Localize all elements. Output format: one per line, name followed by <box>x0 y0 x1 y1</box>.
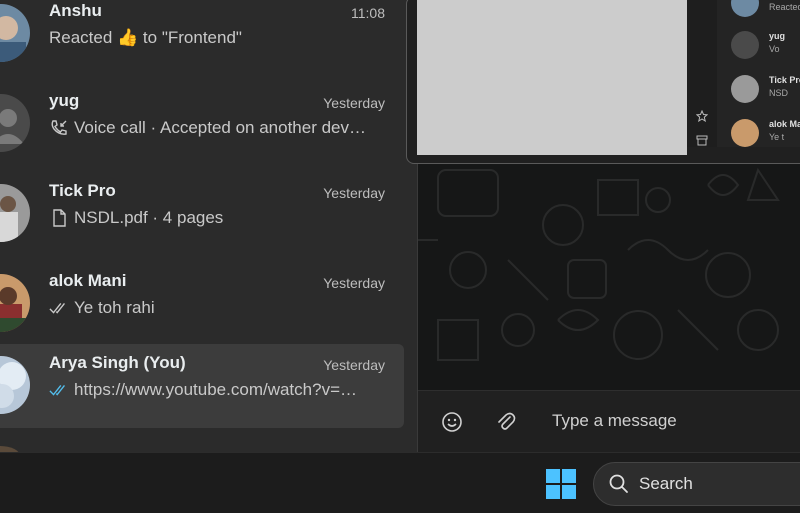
archive-icon <box>696 133 708 151</box>
thumbnail-content <box>417 0 687 155</box>
thumbnail-item-sub: Ye t <box>769 132 785 142</box>
chat-time: Yesterday <box>323 95 385 111</box>
thumbnail-item-sub: Reacted <box>769 2 800 12</box>
chat-name: yug <box>49 91 80 110</box>
double-check-icon <box>49 298 69 318</box>
avatar <box>0 94 30 152</box>
emoji-icon <box>442 412 462 432</box>
search-label: Search <box>639 474 693 493</box>
paperclip-icon <box>498 412 516 430</box>
chat-preview: https://www.youtube.com/watch?v=… <box>49 380 357 400</box>
avatar <box>0 4 30 62</box>
avatar <box>731 75 759 103</box>
chat-time: Yesterday <box>323 275 385 291</box>
search-icon <box>609 474 628 493</box>
chat-time: Yesterday <box>323 185 385 201</box>
thumbnail-item: Reacted <box>731 0 800 29</box>
avatar <box>0 356 30 414</box>
star-icon <box>695 109 709 127</box>
chat-item-alok-mani[interactable]: alok Mani Yesterday Ye toh rahi <box>0 262 404 346</box>
avatar <box>0 184 30 242</box>
chat-preview-text: NSDL.pdf · 4 pages <box>74 208 224 227</box>
windows-start-icon[interactable] <box>546 469 576 499</box>
thumbnail-item-sub: Vo <box>769 44 780 54</box>
taskbar: Search <box>0 452 800 513</box>
chat-name: Tick Pro <box>49 181 116 200</box>
thumbnail-item-sub: NSD <box>769 88 789 98</box>
chat-time: 11:08 <box>351 5 385 21</box>
thumbnail-rail <box>687 0 717 147</box>
attach-button[interactable] <box>492 408 520 436</box>
thumbnail-item-name: yug <box>769 31 786 41</box>
chat-preview: Voice call · Accepted on another dev… <box>49 118 366 138</box>
chat-time: Yesterday <box>323 357 385 373</box>
chat-preview: Reacted 👍 to "Frontend" <box>49 28 242 48</box>
window-thumbnail[interactable]: Reacted yug Vo Tick Pro NSD alok Ma Ye t <box>406 0 800 164</box>
emoji-button[interactable] <box>438 408 466 436</box>
thumbnail-item: alok Ma Ye t <box>731 119 800 159</box>
thumbnail-chat-list: Reacted yug Vo Tick Pro NSD alok Ma Ye t <box>717 0 800 147</box>
taskbar-search[interactable]: Search <box>593 462 800 506</box>
avatar <box>731 0 759 17</box>
chat-item-arya-singh[interactable]: Arya Singh (You) Yesterday https://www.y… <box>0 344 404 428</box>
avatar <box>731 31 759 59</box>
double-check-blue-icon <box>49 380 69 400</box>
chat-list: Anshu 11:08 Reacted 👍 to "Frontend" yug … <box>0 0 418 452</box>
thumbnail-item: Tick Pro NSD <box>731 75 800 115</box>
chat-name: Arya Singh (You) <box>49 353 186 372</box>
chat-preview: NSDL.pdf · 4 pages <box>49 208 223 228</box>
thumbnail-item-name: Tick Pro <box>769 75 800 85</box>
chat-item-anshu[interactable]: Anshu 11:08 Reacted 👍 to "Frontend" <box>0 0 404 76</box>
chat-preview-text: Voice call · Accepted on another dev… <box>74 118 367 137</box>
message-input[interactable]: Type a message <box>552 411 677 431</box>
avatar <box>731 119 759 147</box>
thumbnail-item: yug Vo <box>731 31 800 71</box>
avatar <box>0 274 30 332</box>
chat-name: Anshu <box>49 1 102 20</box>
chat-preview-text: Ye toh rahi <box>74 298 155 317</box>
chat-item-tick-pro[interactable]: Tick Pro Yesterday NSDL.pdf · 4 pages <box>0 172 404 256</box>
incoming-call-icon <box>49 118 69 138</box>
thumbnail-item-name: alok Ma <box>769 119 800 129</box>
chat-preview: Ye toh rahi <box>49 298 155 318</box>
chat-item-yug[interactable]: yug Yesterday Voice call · Accepted on a… <box>0 82 404 166</box>
chat-preview-text: Reacted 👍 to "Frontend" <box>49 28 242 47</box>
document-icon <box>49 208 69 228</box>
chat-name: alok Mani <box>49 271 127 290</box>
message-composer: Type a message <box>418 390 800 453</box>
chat-preview-text: https://www.youtube.com/watch?v=… <box>74 380 357 399</box>
